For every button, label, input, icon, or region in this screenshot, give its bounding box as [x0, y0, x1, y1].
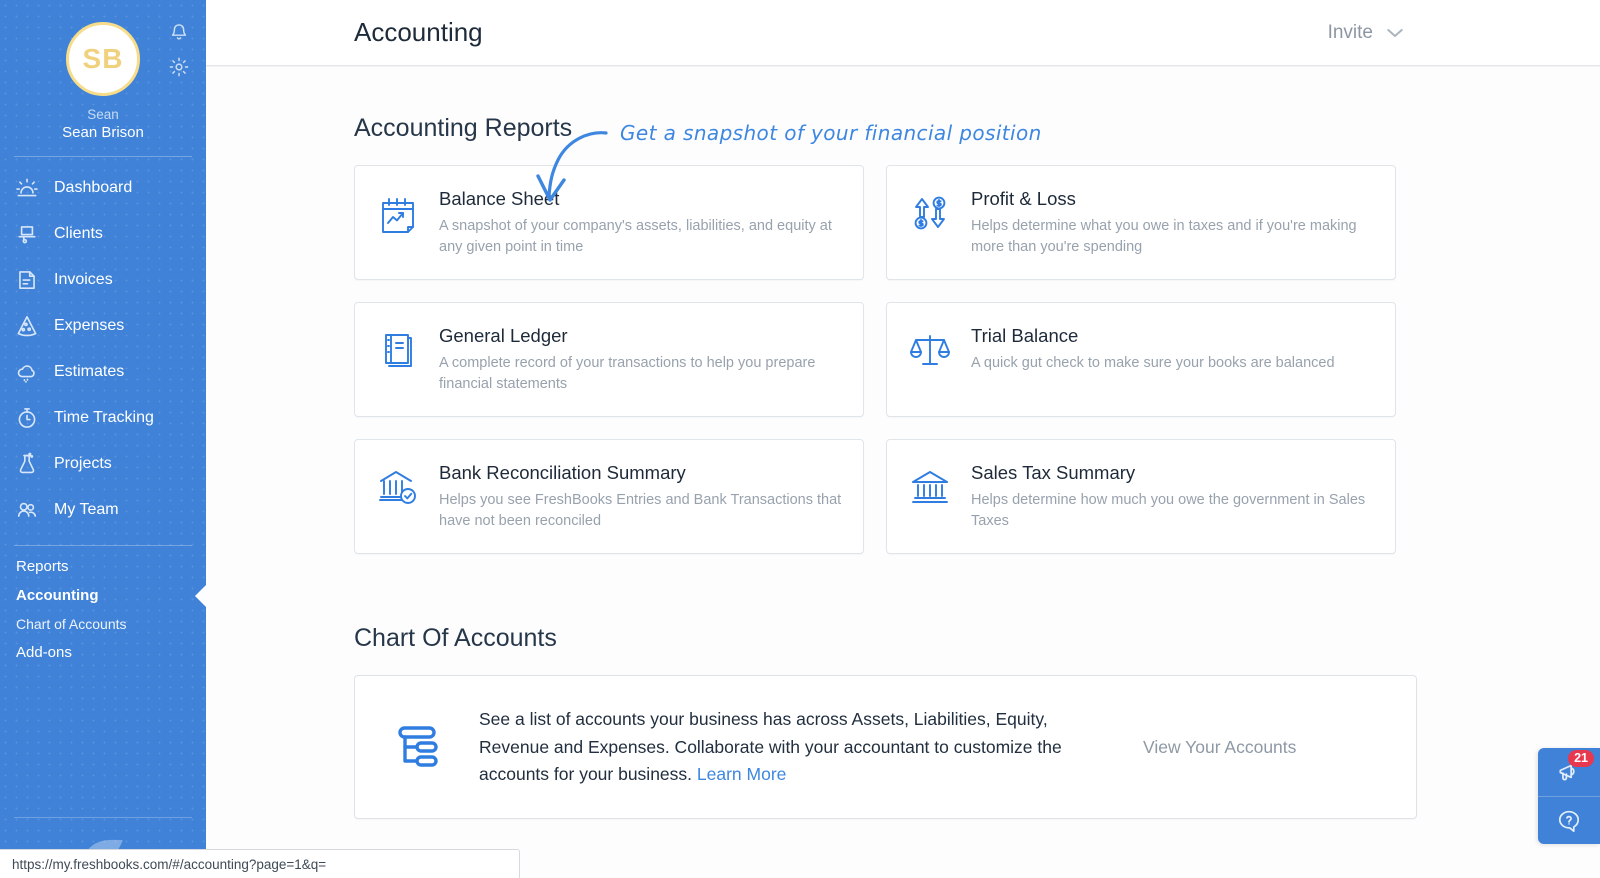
status-bar-url-text: https://my.freshbooks.com/#/accounting?p… — [12, 856, 327, 872]
view-your-accounts-button[interactable]: View Your Accounts — [1143, 737, 1296, 758]
chevron-down-icon — [1386, 27, 1404, 39]
card-title: Bank Reconciliation Summary — [439, 462, 686, 484]
report-card-profit-loss[interactable]: Profit & Loss Helps determine what you o… — [886, 165, 1396, 281]
sidebar-subitem-label: Reports — [16, 558, 69, 575]
help-button[interactable] — [1538, 796, 1600, 844]
avatar[interactable]: SB — [66, 22, 140, 96]
announcements-badge: 21 — [1568, 750, 1594, 767]
sidebar-item-label: Expenses — [54, 317, 125, 334]
sidebar-item-label: Invoices — [54, 271, 113, 288]
sidebar-profile: SB Sean Sean Brison — [0, 0, 206, 141]
chart-of-accounts-card: See a list of accounts your business has… — [354, 675, 1417, 819]
status-bar-url: https://my.freshbooks.com/#/accounting?p… — [0, 849, 520, 878]
sidebar-item-reports[interactable]: Reports — [0, 552, 206, 581]
sidebar-item-label: Dashboard — [54, 179, 133, 196]
gear-icon[interactable] — [168, 56, 190, 78]
invite-label: Invite — [1327, 21, 1373, 43]
sidebar-item-estimates[interactable]: Estimates — [0, 349, 206, 395]
card-title: Balance Sheet — [439, 188, 560, 209]
accounts-tree-icon — [389, 719, 445, 775]
sidebar-item-accounting[interactable]: Accounting — [0, 581, 206, 610]
reports-grid: Balance Sheet A snapshot of your company… — [354, 165, 1600, 555]
team-icon — [14, 497, 40, 523]
card-title: General Ledger — [439, 325, 568, 347]
user-first-name: Sean — [87, 107, 119, 122]
main-area: Accounting Invite Accounting Reports Bal… — [206, 0, 1600, 878]
clients-icon — [14, 221, 40, 247]
invite-dropdown[interactable]: Invite — [1328, 22, 1404, 44]
card-body: Trial Balance A quick gut check to make … — [971, 325, 1375, 374]
sidebar-item-label: Clients — [54, 225, 103, 242]
card-description: Helps you see FreshBooks Entries and Ban… — [439, 492, 842, 529]
flask-icon — [14, 451, 40, 477]
dashboard-sun-icon — [14, 175, 40, 201]
card-body: General Ledger A complete record of your… — [439, 325, 843, 394]
sidebar-subitem-label: Accounting — [16, 587, 99, 604]
report-card-trial-balance[interactable]: Trial Balance A quick gut check to make … — [886, 302, 1396, 418]
app-root: SB Sean Sean Brison Dashboard Clients In… — [0, 0, 1600, 878]
sidebar: SB Sean Sean Brison Dashboard Clients In… — [0, 0, 206, 878]
report-card-sales-tax[interactable]: Sales Tax Summary Helps determine how mu… — [886, 439, 1396, 555]
sidebar-item-time-tracking[interactable]: Time Tracking — [0, 395, 206, 441]
sidebar-divider-mid — [14, 545, 192, 546]
chart-of-accounts-section: Chart Of Accounts See a list of accounts… — [354, 624, 1600, 819]
expenses-pizza-icon — [14, 313, 40, 339]
card-body: Sales Tax Summary Helps determine how mu… — [971, 462, 1375, 531]
bank-icon — [907, 464, 953, 510]
sidebar-subnav: Reports Accounting Chart of Accounts Add… — [0, 552, 206, 667]
card-body: Profit & Loss Helps determine what you o… — [971, 188, 1375, 257]
active-indicator-caret — [195, 584, 206, 607]
bell-icon[interactable] — [168, 22, 190, 44]
card-description: Helps determine what you owe in taxes an… — [971, 218, 1357, 255]
arrows-dollar-icon — [907, 190, 953, 236]
report-card-balance-sheet[interactable]: Balance Sheet A snapshot of your company… — [354, 165, 864, 281]
help-widget: 21 — [1538, 748, 1600, 844]
report-card-bank-reconciliation[interactable]: Bank Reconciliation Summary Helps you se… — [354, 439, 864, 555]
card-body: Balance Sheet A snapshot of your company… — [439, 188, 843, 257]
stopwatch-icon — [14, 405, 40, 431]
sidebar-subitem-label: Add-ons — [16, 644, 72, 661]
invoices-icon — [14, 267, 40, 293]
sidebar-item-expenses[interactable]: Expenses — [0, 303, 206, 349]
sidebar-item-label: Time Tracking — [54, 409, 154, 426]
card-title: Sales Tax Summary — [971, 462, 1136, 484]
card-description: A complete record of your transactions t… — [439, 355, 816, 392]
sidebar-item-dashboard[interactable]: Dashboard — [0, 165, 206, 211]
sidebar-item-label: Estimates — [54, 363, 125, 380]
announcements-button[interactable]: 21 — [1538, 748, 1600, 796]
sidebar-divider-top — [14, 156, 192, 157]
card-description: A snapshot of your company's assets, lia… — [439, 218, 832, 255]
sidebar-item-clients[interactable]: Clients — [0, 211, 206, 257]
card-title: Trial Balance — [971, 325, 1079, 347]
sidebar-nav: Dashboard Clients Invoices Expenses Esti… — [0, 165, 206, 533]
bank-check-icon — [375, 464, 421, 510]
sidebar-item-invoices[interactable]: Invoices — [0, 257, 206, 303]
ledger-book-icon — [375, 327, 421, 373]
report-card-general-ledger[interactable]: General Ledger A complete record of your… — [354, 302, 864, 418]
content: Accounting Reports Balance Sheet A snaps… — [206, 66, 1600, 819]
sidebar-item-my-team[interactable]: My Team — [0, 487, 206, 533]
card-body: Bank Reconciliation Summary Helps you se… — [439, 462, 843, 531]
page-title: Accounting — [354, 17, 483, 47]
card-description: A quick gut check to make sure your book… — [971, 355, 1335, 372]
sidebar-item-label: Projects — [54, 455, 112, 472]
card-title: Profit & Loss — [971, 188, 1076, 209]
scales-icon — [907, 327, 953, 373]
user-full-name: Sean Brison — [62, 124, 144, 141]
sidebar-divider-bottom — [14, 817, 192, 818]
learn-more-link[interactable]: Learn More — [697, 764, 787, 784]
chart-of-accounts-heading: Chart Of Accounts — [354, 624, 557, 653]
calendar-trend-icon — [375, 190, 421, 236]
avatar-initials: SB — [82, 43, 124, 74]
top-bar: Accounting Invite — [206, 0, 1600, 66]
sidebar-subitem-label: Chart of Accounts — [16, 616, 127, 632]
sidebar-item-projects[interactable]: Projects — [0, 441, 206, 487]
accounting-reports-heading: Accounting Reports — [354, 114, 573, 142]
sidebar-item-label: My Team — [54, 501, 119, 518]
card-description: Helps determine how much you owe the gov… — [971, 492, 1366, 529]
estimates-cloud-icon — [14, 359, 40, 385]
sidebar-item-chart-of-accounts[interactable]: Chart of Accounts — [0, 610, 206, 638]
chart-of-accounts-text: See a list of accounts your business has… — [479, 706, 1119, 787]
sidebar-item-add-ons[interactable]: Add-ons — [0, 638, 206, 667]
